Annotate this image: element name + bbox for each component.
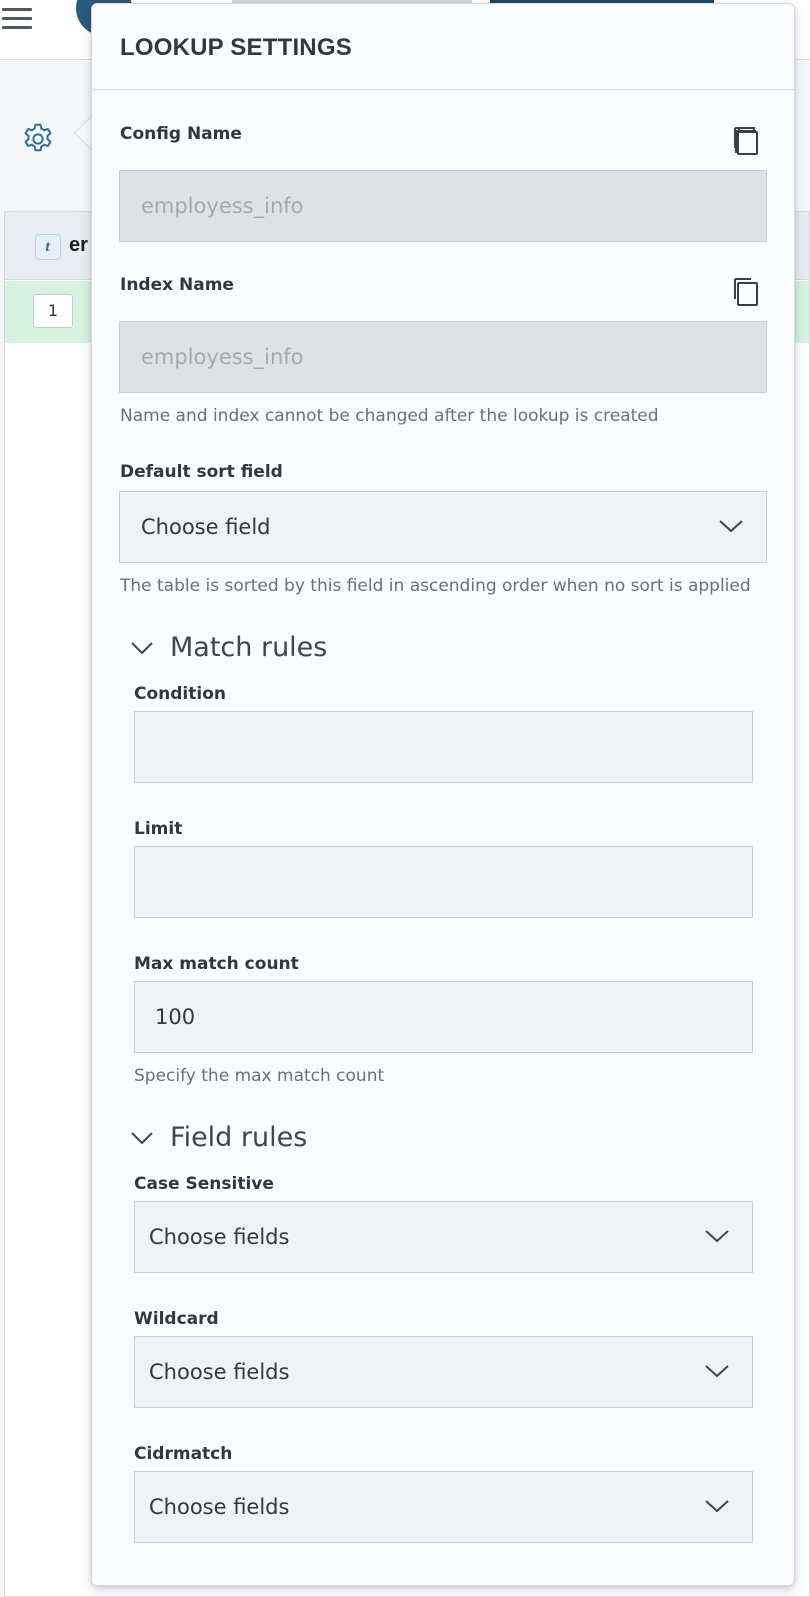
wildcard-label: Wildcard [134, 1309, 219, 1329]
max-match-count-label: Max match count [134, 954, 299, 974]
flyout-header: LOOKUP SETTINGS [92, 4, 794, 90]
limit-label: Limit [134, 819, 183, 839]
copy-icon [734, 278, 758, 306]
field-rules-title: Field rules [170, 1122, 308, 1153]
case-sensitive-value: Choose fields [149, 1225, 290, 1249]
field-type-badge: t [35, 234, 61, 260]
default-sort-help-text: The table is sorted by this field in asc… [120, 576, 751, 596]
lookup-settings-flyout: LOOKUP SETTINGS Config Name employess_in… [91, 3, 795, 1586]
condition-label: Condition [134, 684, 226, 704]
match-rules-toggle[interactable]: Match rules [130, 632, 390, 666]
cidrmatch-select[interactable]: Choose fields [134, 1471, 753, 1543]
copy-config-name-button[interactable] [732, 124, 762, 156]
row-number: 1 [33, 294, 73, 328]
chevron-down-icon [131, 1132, 153, 1145]
index-name-field[interactable]: employess_info [119, 321, 767, 393]
chevron-down-icon [131, 642, 153, 655]
chevron-down-icon [705, 1230, 729, 1243]
case-sensitive-label: Case Sensitive [134, 1174, 274, 1194]
default-sort-field-value: Choose field [141, 515, 271, 539]
copy-index-name-button[interactable] [732, 275, 762, 307]
name-index-help-text: Name and index cannot be changed after t… [120, 406, 659, 426]
hamburger-icon[interactable] [2, 4, 34, 32]
max-match-count-help-text: Specify the max match count [134, 1066, 385, 1086]
wildcard-value: Choose fields [149, 1360, 290, 1384]
max-match-count-input[interactable]: 100 [134, 981, 753, 1053]
default-sort-field-select[interactable]: Choose field [119, 491, 767, 563]
chevron-down-icon [705, 1500, 729, 1513]
chevron-down-icon [705, 1365, 729, 1378]
cidrmatch-value: Choose fields [149, 1495, 290, 1519]
field-rules-toggle[interactable]: Field rules [130, 1122, 370, 1156]
case-sensitive-select[interactable]: Choose fields [134, 1201, 753, 1273]
gear-icon [24, 123, 52, 152]
match-rules-title: Match rules [170, 632, 328, 663]
chevron-down-icon [719, 520, 743, 533]
settings-button[interactable] [20, 121, 56, 157]
flyout-title: LOOKUP SETTINGS [120, 34, 352, 61]
index-name-label: Index Name [120, 275, 234, 295]
column-header-name[interactable]: er [69, 234, 88, 257]
default-sort-field-label: Default sort field [120, 462, 283, 482]
cidrmatch-label: Cidrmatch [134, 1444, 233, 1464]
limit-input[interactable] [134, 846, 753, 918]
wildcard-select[interactable]: Choose fields [134, 1336, 753, 1408]
condition-input[interactable] [134, 711, 753, 783]
copy-icon [734, 127, 758, 155]
config-name-field[interactable]: employess_info [119, 170, 767, 242]
config-name-label: Config Name [120, 124, 242, 144]
